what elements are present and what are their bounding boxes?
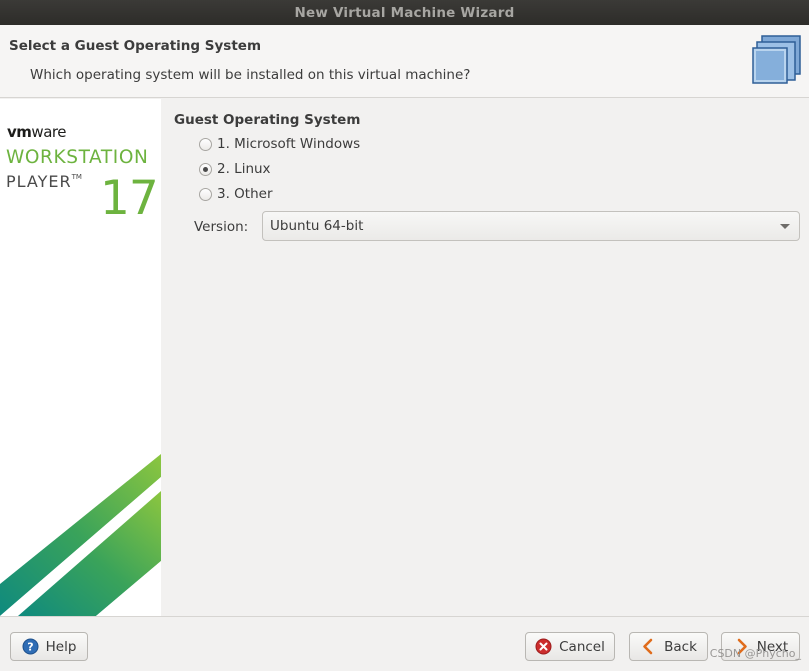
guest-os-panel: Guest Operating System 1. Microsoft Wind… [161,99,809,616]
version-dropdown[interactable]: Ubuntu 64-bit [262,211,800,241]
window-title: New Virtual Machine Wizard [294,4,515,21]
help-button-label: Help [45,638,77,655]
radio-button-unchecked[interactable] [199,187,212,201]
radio-button-unchecked[interactable] [199,137,212,151]
radio-label: 2. Linux [217,161,271,177]
cancel-icon [535,638,552,655]
back-button-label: Back [664,638,697,655]
product-name-line2: PLAYERTM [6,172,82,191]
vmware-logo: vmware [7,123,66,141]
back-arrow-icon [643,638,653,655]
radio-other[interactable]: 3. Other [199,184,273,204]
window-titlebar[interactable]: New Virtual Machine Wizard [0,0,809,25]
product-name-line1: WORKSTATION [6,147,149,168]
radio-button-checked[interactable] [199,162,212,176]
back-button[interactable]: Back [629,632,708,661]
wizard-footer: ? Help Cancel Back Next [0,616,809,671]
watermark-text: CSDN @Phycho_ [709,647,801,660]
version-label: Version: [194,219,249,235]
guest-os-group-title: Guest Operating System [174,112,361,128]
help-icon: ? [22,638,39,655]
wizard-header: Select a Guest Operating System Which op… [0,25,809,98]
version-selected-value: Ubuntu 64-bit [270,218,364,234]
radio-label: 3. Other [217,186,273,202]
branding-panel: vmware WORKSTATION PLAYERTM 17 [0,99,161,616]
help-button[interactable]: ? Help [10,632,88,661]
cancel-button[interactable]: Cancel [525,632,615,661]
chevron-down-icon [780,224,790,229]
svg-text:?: ? [27,641,33,654]
cancel-button-label: Cancel [559,638,605,655]
vm-wizard-icon [752,35,801,84]
product-version: 17 [100,171,159,226]
radio-linux[interactable]: 2. Linux [199,159,271,179]
page-subtitle: Which operating system will be installed… [30,67,471,83]
radio-microsoft-windows[interactable]: 1. Microsoft Windows [199,134,360,154]
page-title: Select a Guest Operating System [9,38,262,54]
radio-label: 1. Microsoft Windows [217,136,361,152]
